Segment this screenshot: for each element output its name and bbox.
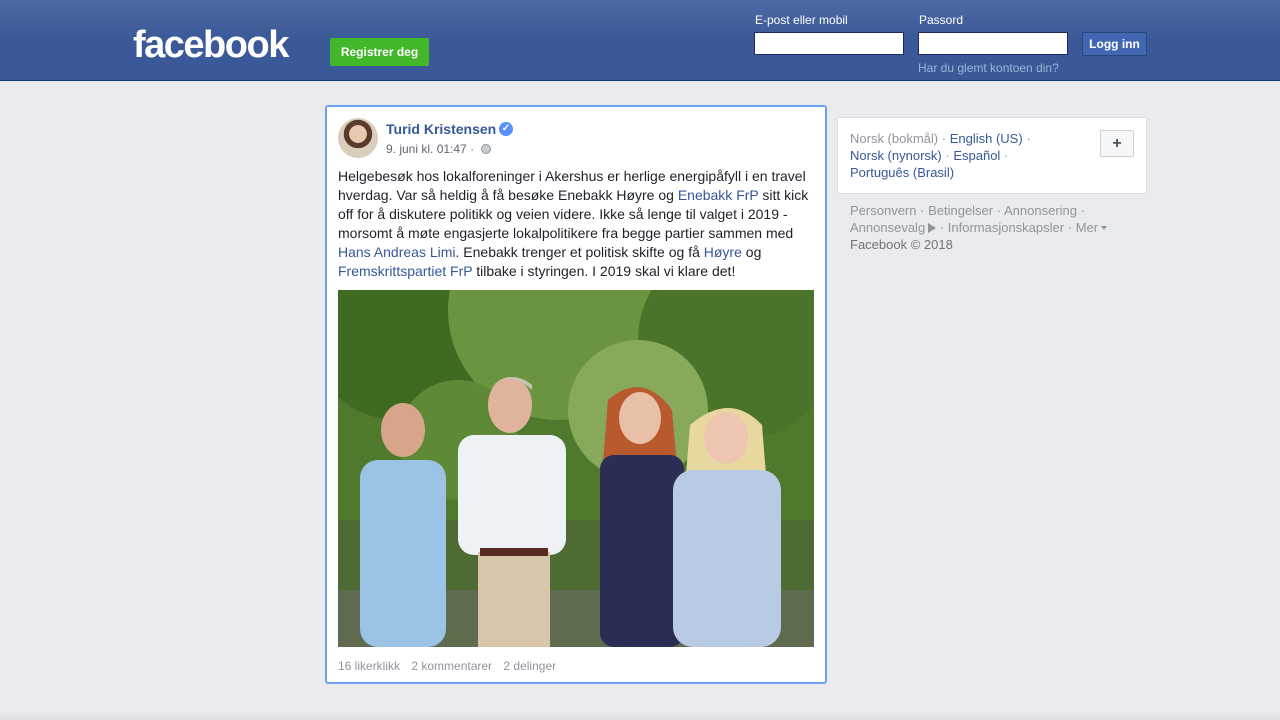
language-norsk-nynorsk[interactable]: Norsk (nynorsk) [850, 148, 942, 163]
bottom-edge [0, 712, 1280, 720]
separator: · [941, 131, 947, 146]
post-author-name[interactable]: Turid Kristensen [386, 121, 496, 137]
post-photo[interactable] [338, 290, 814, 647]
meta-separator: · [470, 142, 475, 156]
likes-count[interactable]: 16 likerklikk [338, 659, 400, 673]
author-avatar[interactable] [338, 118, 378, 158]
language-selector-box: Norsk (bokmål) · English (US) · Norsk (n… [837, 117, 1147, 194]
footer-link-adchoices[interactable]: Annonsevalg [850, 220, 925, 235]
separator: · [996, 203, 1002, 218]
language-portugues-brasil[interactable]: Português (Brasil) [850, 165, 954, 180]
password-input[interactable] [918, 32, 1068, 55]
post-timestamp[interactable]: 9. juni kl. 01:47 [386, 142, 467, 156]
footer-link-terms[interactable]: Betingelser [928, 203, 993, 218]
post-text-part: . Enebakk trenger et politisk skifte og … [455, 244, 704, 260]
post-text-part: tilbake i styringen. I 2019 skal vi klar… [472, 263, 736, 279]
separator: · [1067, 220, 1073, 235]
language-list: Norsk (bokmål) · English (US) · Norsk (n… [850, 130, 1050, 181]
footer-link-privacy[interactable]: Personvern [850, 203, 916, 218]
post-card: Turid Kristensen ✓ 9. juni kl. 01:47 · H… [325, 105, 827, 684]
email-input[interactable] [754, 32, 904, 55]
forgot-account-link[interactable]: Har du glemt kontoen din? [918, 61, 1059, 75]
post-text-part: og [741, 244, 762, 260]
separator: · [945, 148, 950, 163]
login-button[interactable]: Logg inn [1082, 32, 1147, 56]
footer-link-advertising[interactable]: Annonsering [1004, 203, 1077, 218]
comments-count[interactable]: 2 kommentarer [411, 659, 492, 673]
page-link-fremskrittspartiet[interactable]: Fremskrittspartiet FrP [338, 263, 472, 279]
language-english-us[interactable]: English (US) [950, 131, 1023, 146]
post-meta: 9. juni kl. 01:47 · [386, 142, 492, 156]
shares-count[interactable]: 2 delinger [503, 659, 556, 673]
page-link-enebakk-frp[interactable]: Enebakk FrP [678, 187, 759, 203]
email-label: E-post eller mobil [755, 13, 848, 27]
footer-link-more[interactable]: Mer [1076, 220, 1098, 235]
separator: · [920, 203, 925, 218]
separator: · [1026, 131, 1031, 146]
post-body-text: Helgebesøk hos lokalforeninger i Akershu… [338, 167, 818, 281]
chevron-down-icon[interactable] [1101, 226, 1108, 230]
add-language-button[interactable]: + [1100, 130, 1134, 157]
top-navigation-bar: facebook Registrer deg E-post eller mobi… [0, 0, 1280, 81]
profile-link-hans-andreas-limi[interactable]: Hans Andreas Limi [338, 244, 456, 260]
facebook-logo[interactable]: facebook [133, 22, 289, 68]
copyright-text: Facebook © 2018 [850, 237, 953, 252]
globe-icon[interactable] [481, 144, 492, 154]
footer-links: Personvern · Betingelser · Annonsering ·… [850, 202, 1140, 253]
separator: · [1080, 203, 1085, 218]
separator: · [1003, 148, 1009, 163]
language-espanol[interactable]: Español [953, 148, 1000, 163]
post-stats: 16 likerklikk 2 kommentarer 2 delinger [338, 659, 564, 673]
footer-link-cookies[interactable]: Informasjonskapsler [948, 220, 1064, 235]
adchoices-icon [928, 223, 937, 233]
page-link-hoyre[interactable]: Høyre [704, 244, 742, 260]
language-current: Norsk (bokmål) [850, 131, 939, 146]
separator: · [939, 220, 945, 235]
verified-check-icon: ✓ [499, 122, 513, 136]
password-label: Passord [919, 13, 964, 27]
register-button[interactable]: Registrer deg [330, 38, 429, 66]
